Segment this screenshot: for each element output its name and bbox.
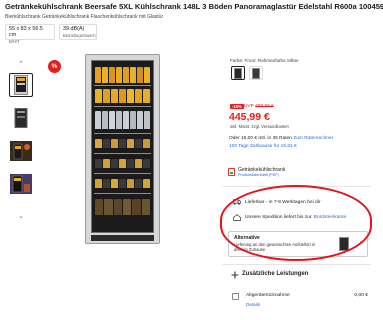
service-details-link[interactable]: Details [246,302,260,307]
fridge-thumbnail-icon [14,108,28,128]
spec-value: 39 dB(A) [63,26,85,32]
finance-info: Oder 16,00 € mtl. in 36 Raten Zum Ratenr… [229,136,333,141]
service-row-disposal: Altgeräterücknahme 0,00 € Details [232,292,372,312]
thumbnail-lifestyle-1[interactable] [9,139,33,163]
service-name: Altgeräterücknahme [246,293,290,298]
thumbnail-lifestyle-2[interactable] [9,172,33,196]
extra-services-heading: Zusätzliche Leistungen [242,271,309,277]
uvp-price: UVP 498,99 € [244,104,274,109]
fridge-door [91,60,154,233]
thumbnail-fridge-side[interactable] [9,106,33,130]
spec-dimensions: 55 x 83 x 56.5 cm B/H/T [5,24,55,44]
fridge-foot [91,235,154,241]
datasheet-link[interactable]: Produktdatenblatt (PDF) [238,173,285,177]
thumbnail-fridge-front[interactable] [9,73,33,97]
lifestyle-thumbnail-icon [10,174,32,194]
product-subtitle: Bierkühlschrank Getränkekühlschrank Flas… [5,14,164,20]
variant-alt[interactable] [249,66,263,80]
main-product-image[interactable] [85,54,160,244]
payment-pause-link[interactable]: 100 Tage Zahlpause für 15,61 € [229,144,297,149]
service-price: 0,00 € [354,293,368,298]
energy-category: Getränkekühlschrank Produktdatenblatt (P… [228,165,328,179]
spec-noise: 39 dB(A) Betriebsgeräusch [59,24,97,40]
service-checkbox[interactable] [232,293,239,300]
fridge-variant-icon [234,67,242,79]
current-price: 445,99 € [229,111,270,123]
uvp-label: UVP [244,104,254,109]
fridge-variant-icon [252,67,260,79]
chevron-up-icon[interactable]: ⌃ [18,60,24,68]
divider [222,264,371,265]
finance-text: Oder 16,00 € mtl. in 36 Raten [229,136,292,141]
spec-value: 55 x 83 x 56.5 cm [9,26,43,38]
sale-badge: % [48,60,61,73]
energy-label-icon [228,168,235,176]
plus-icon [231,271,239,279]
spec-label: B/H/T [9,39,20,44]
lifestyle-thumbnail-icon [10,141,32,161]
thumbnail-list [6,73,38,205]
vat-note: inkl. MwSt. zzgl. Versandkosten [230,124,289,129]
uvp-value: 498,99 € [255,104,274,109]
product-title: Getränkekühlschrank Beersafe 5XL Kühlsch… [5,2,383,11]
spec-label: Betriebsgeräusch [63,33,96,38]
variant-silver[interactable] [231,66,245,80]
color-variant-label: Farbe: Front: Rahmenfarbe Silber [230,58,299,63]
discount-badge: -10% [230,104,244,109]
fridge-thumbnail-icon [14,75,28,95]
finance-calculator-link[interactable]: Zum Ratenrechner [293,136,333,141]
chevron-down-icon[interactable]: ⌄ [18,212,24,220]
highlight-annotation [220,185,372,261]
